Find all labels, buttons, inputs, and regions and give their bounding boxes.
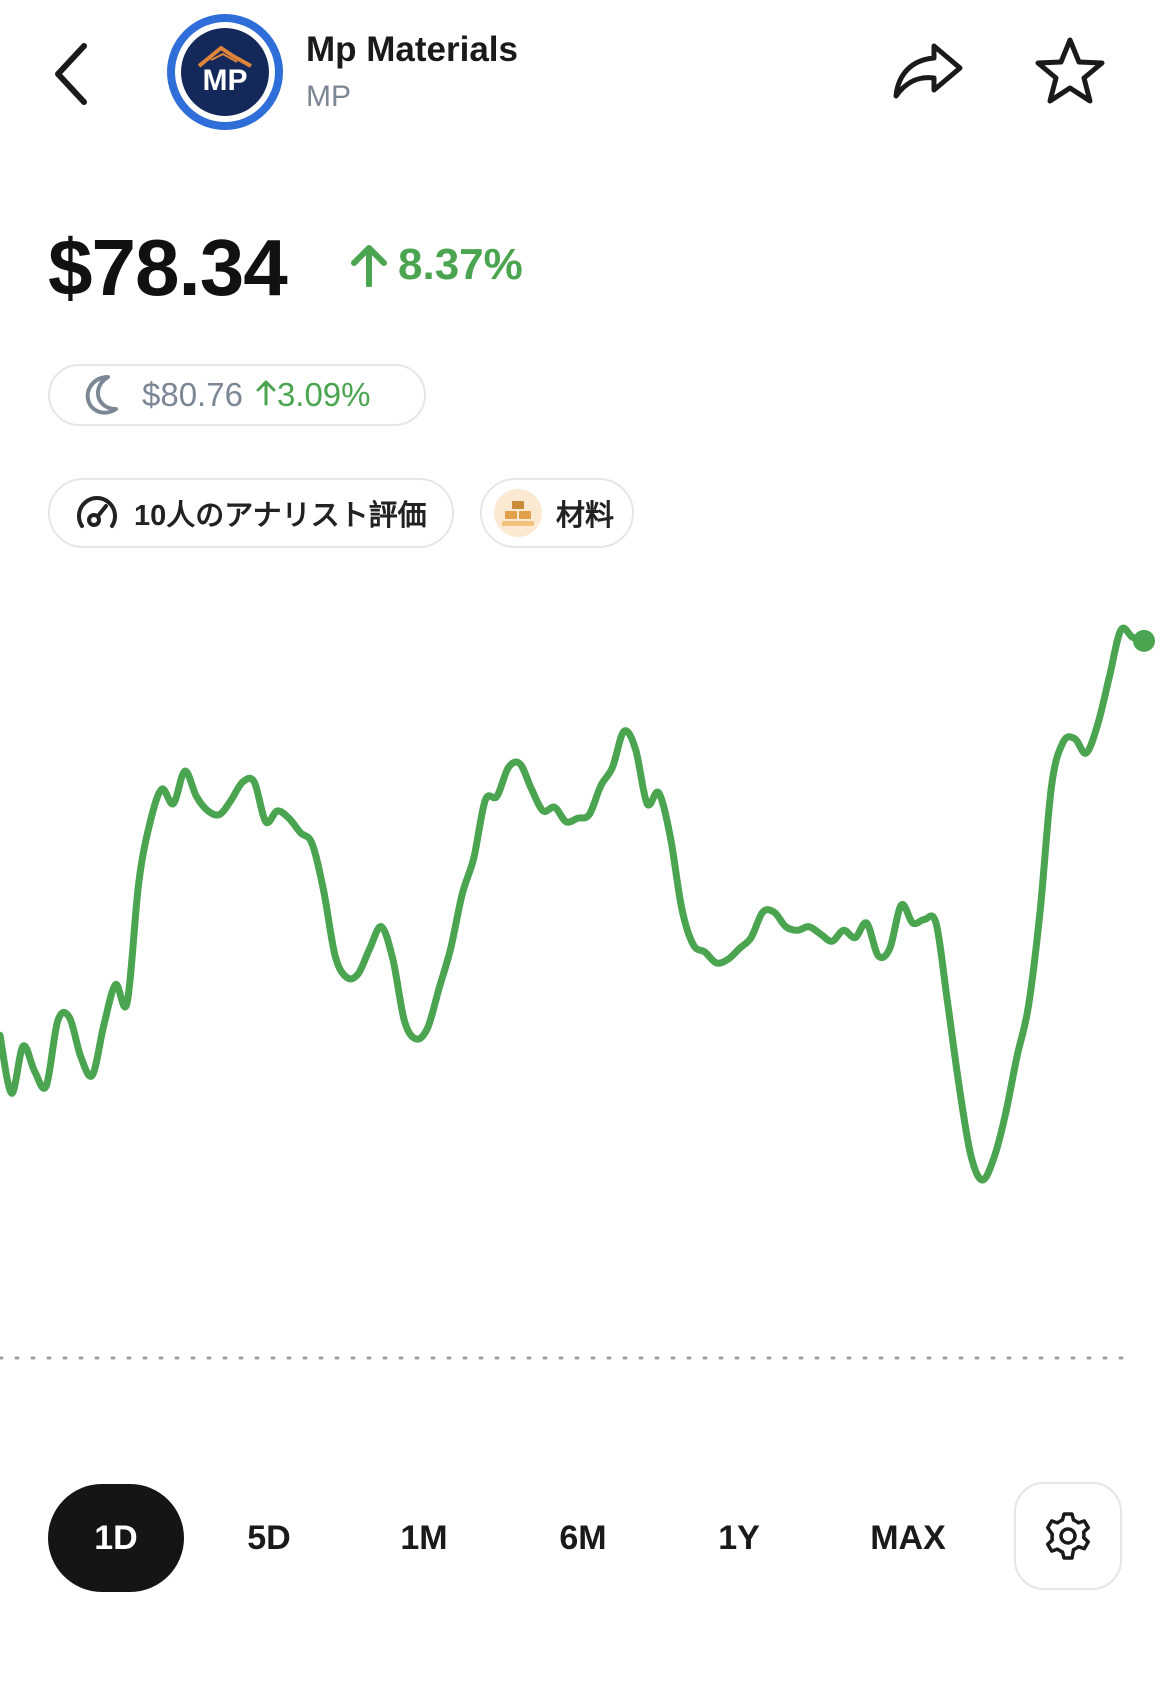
after-hours-pill[interactable]: $80.76 3.09% — [48, 364, 426, 426]
chevron-left-icon — [55, 43, 87, 105]
star-icon — [1035, 37, 1105, 104]
tab-1m[interactable]: 1M — [356, 1484, 492, 1592]
price-change: 8.37% — [350, 240, 523, 290]
gold-bars-icon — [494, 489, 542, 537]
tab-1y[interactable]: 1Y — [671, 1484, 807, 1592]
price-line — [0, 624, 1148, 1184]
ticker-symbol: MP — [306, 80, 351, 113]
tab-max[interactable]: MAX — [840, 1484, 976, 1592]
gauge-icon — [77, 496, 117, 528]
after-hours-price: $80.76 — [142, 376, 243, 413]
range-selector: 1D 5D 1M 6M 1Y MAX — [48, 1482, 1122, 1594]
price-chart[interactable] — [0, 560, 1170, 1380]
current-price-dot — [1133, 629, 1155, 652]
after-hours-change: 3.09% — [255, 376, 371, 414]
chart-settings-button[interactable] — [1014, 1482, 1122, 1590]
company-logo: MP — [167, 14, 283, 130]
price-change-percent: 8.37% — [398, 240, 523, 289]
analyst-ratings-label: 10人のアナリスト評価 — [134, 500, 427, 532]
sector-chip[interactable]: 材料 — [480, 478, 634, 548]
analyst-ratings-chip[interactable]: 10人のアナリスト評価 — [48, 478, 454, 548]
tab-6m[interactable]: 6M — [515, 1484, 651, 1592]
company-name: Mp Materials — [306, 30, 518, 69]
sector-label: 材料 — [556, 500, 615, 532]
tab-5d[interactable]: 5D — [201, 1484, 337, 1592]
arrow-up-icon — [351, 245, 387, 287]
share-icon — [893, 43, 963, 99]
favorite-button[interactable] — [1032, 34, 1108, 110]
moon-icon — [85, 375, 118, 415]
gear-icon — [1045, 1512, 1091, 1560]
after-hours-change-percent: 3.09% — [276, 376, 371, 413]
back-button[interactable] — [40, 28, 120, 118]
share-button[interactable] — [888, 36, 968, 106]
logo-text: MP — [202, 64, 248, 97]
tab-1d[interactable]: 1D — [48, 1484, 184, 1592]
current-price: $78.34 — [48, 223, 288, 312]
arrow-up-icon — [256, 380, 276, 406]
